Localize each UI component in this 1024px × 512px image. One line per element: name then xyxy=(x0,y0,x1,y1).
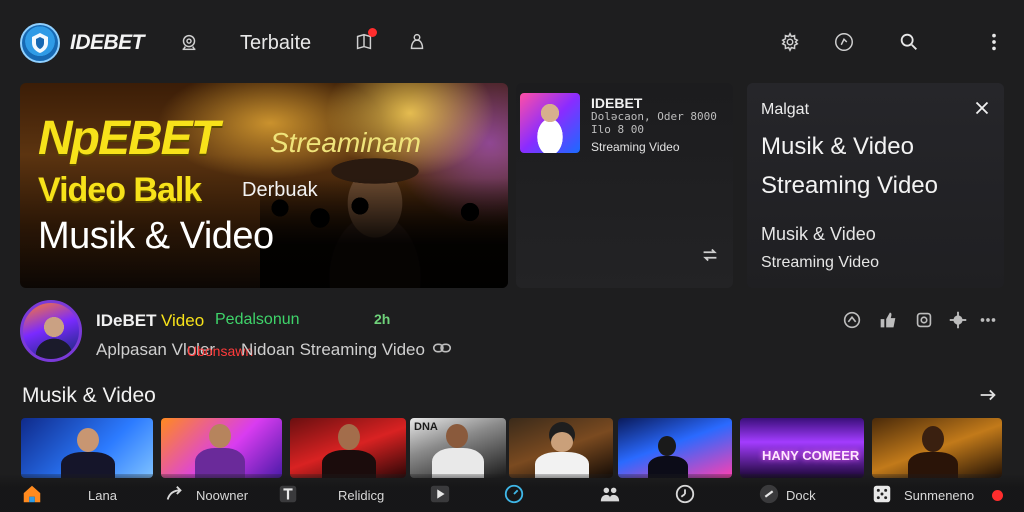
info-panel-sub-1[interactable]: Musik & Video xyxy=(761,224,876,245)
clock-icon[interactable] xyxy=(502,482,526,506)
thumbnail-7-caption: HANY COMEER xyxy=(762,448,860,463)
nav-share-label[interactable]: Noowner xyxy=(196,488,248,503)
info-panel-title-1: Musik & Video xyxy=(761,133,914,160)
video-thumbnail-2[interactable] xyxy=(161,418,282,478)
video-thumbnail-6[interactable] xyxy=(618,418,732,478)
thumbnail-4-caption: DNA xyxy=(414,421,438,433)
profile-icon[interactable] xyxy=(403,28,431,56)
home-icon[interactable] xyxy=(20,482,44,506)
featured-video-title: IDEBET xyxy=(591,95,643,111)
video-thumbnail-1[interactable] xyxy=(21,418,153,478)
timer-icon[interactable] xyxy=(673,482,697,506)
channel-tag: Pedalsonun xyxy=(215,311,300,328)
info-panel-heading: Malgat xyxy=(761,101,810,118)
featured-video-meta-2: Ilo 8 00 xyxy=(591,123,644,136)
video-thumbnail-5[interactable] xyxy=(509,418,613,478)
channel-name[interactable]: IDeBET xyxy=(96,311,156,331)
video-thumbnail-3[interactable] xyxy=(290,418,406,478)
channel-description-2: Nidoan Streaming Video xyxy=(241,340,425,359)
nav-last-label[interactable]: Sunmeneno xyxy=(904,488,974,503)
text-icon[interactable] xyxy=(276,482,300,506)
featured-video-label: Streaming Video xyxy=(591,140,680,154)
shield-logo-icon xyxy=(32,33,48,53)
featured-video-card[interactable]: IDEBET Doləcaon, Oder 8000 Ilo 8 00 Stre… xyxy=(516,83,733,288)
info-panel: Malgat Musik & Video Streaming Video Mus… xyxy=(747,83,1004,288)
share-icon[interactable] xyxy=(163,482,187,506)
app-logo[interactable] xyxy=(20,23,60,63)
hero-headline-brand: NpEBET xyxy=(38,112,220,165)
video-thumbnail-7[interactable]: HANY COMEER xyxy=(740,418,864,478)
settings-gear-icon[interactable] xyxy=(776,28,804,56)
activity-icon[interactable] xyxy=(830,28,858,56)
dice-icon[interactable] xyxy=(870,482,894,506)
brand-name: IDEBET xyxy=(70,31,145,54)
group-icon[interactable] xyxy=(598,482,622,506)
nav-home-label[interactable]: Lana xyxy=(88,488,117,503)
live-camera-icon[interactable] xyxy=(175,28,203,56)
video-thumbnail-8[interactable] xyxy=(872,418,1002,478)
like-icon[interactable] xyxy=(874,306,902,334)
more-vertical-icon[interactable] xyxy=(980,28,1008,56)
channel-time: 2h xyxy=(374,311,391,327)
hero-banner[interactable]: NpEBET Streaminam Video Balk Derbuak Mus… xyxy=(20,83,508,288)
featured-video-meta: Doləcaon, Oder 8000 xyxy=(591,110,717,123)
dock-icon[interactable] xyxy=(757,482,781,506)
info-panel-sub-2[interactable]: Streaming Video xyxy=(761,254,879,272)
hero-headline-video: Video Balk xyxy=(38,171,202,209)
hero-headline-streaming: Streaminam xyxy=(270,127,421,158)
hero-headline-musik: Musik & Video xyxy=(38,215,274,257)
info-panel-title-2: Streaming Video xyxy=(761,172,938,199)
notification-book-icon[interactable] xyxy=(350,28,378,56)
save-icon[interactable] xyxy=(910,306,938,334)
gear-icon[interactable] xyxy=(944,306,972,334)
nav-dock-label[interactable]: Dock xyxy=(786,488,816,503)
search-icon[interactable] xyxy=(895,28,923,56)
share-arrow-icon[interactable] xyxy=(838,306,866,334)
arrow-right-icon[interactable] xyxy=(974,381,1002,409)
swap-icon[interactable] xyxy=(696,241,724,269)
more-horizontal-icon[interactable] xyxy=(974,306,1002,334)
notification-badge xyxy=(368,28,377,37)
play-icon[interactable] xyxy=(428,482,452,506)
channel-name-accent: Video xyxy=(161,311,205,330)
channel-avatar[interactable] xyxy=(20,300,82,362)
hero-headline-sub: Derbuak xyxy=(242,179,318,201)
tab-terbaite[interactable]: Terbaite xyxy=(240,32,311,55)
nav-notification-badge xyxy=(992,490,1003,501)
video-thumbnail-4[interactable]: DNA xyxy=(410,418,506,478)
link-icon[interactable] xyxy=(428,334,456,362)
section-title: Musik & Video xyxy=(22,384,156,407)
featured-video-thumbnail[interactable] xyxy=(520,93,580,153)
close-icon[interactable] xyxy=(968,94,996,122)
nav-relig-label[interactable]: Relidicg xyxy=(338,488,384,503)
